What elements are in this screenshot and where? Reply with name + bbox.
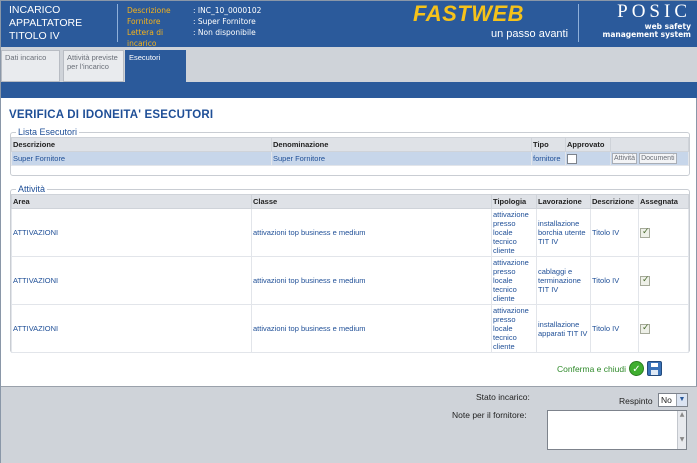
cell-tipologia: attivazione presso locale tecnico client… (491, 256, 537, 305)
table-row[interactable]: Super Fornitore Super Fornitore fornitor… (11, 151, 689, 166)
cell-lavorazione: cablaggi e terminazione TIT IV (536, 256, 591, 305)
cell-lavorazione: installazione apparati TIT IV (536, 304, 591, 353)
esecutori-legend: Lista Esecutori (18, 127, 78, 137)
cell-area: ATTIVAZIONI (11, 256, 252, 305)
attivita-table: Area Classe Tipologia Lavorazione Descri… (11, 194, 689, 353)
tab-content-band (1, 82, 697, 98)
attivita-legend: Attività (18, 184, 46, 194)
stato-select-value: No (661, 395, 672, 405)
cell-tipologia: attivazione presso locale tecnico client… (491, 208, 537, 257)
cell-area: ATTIVAZIONI (11, 304, 252, 353)
esecutori-fieldset: Lista Esecutori Descrizione Denominazion… (10, 127, 690, 176)
col-header: Denominazione (271, 137, 532, 152)
col-header: Descrizione (11, 137, 272, 152)
stato-value: Respinto (619, 396, 653, 406)
cell-descrizione: Titolo IV (590, 304, 639, 353)
brand-name: FASTWEB (413, 1, 525, 26)
col-header: Assegnata (638, 194, 689, 209)
cell-assegnata (638, 208, 689, 257)
cell-classe: attivazioni top business e medium (251, 304, 492, 353)
cell-approvato (565, 151, 611, 166)
note-label: Note per il fornitore: (452, 410, 527, 420)
assegnata-checkbox[interactable] (640, 226, 650, 238)
incarico-title: INCARICO APPALTATORE TITOLO IV (9, 4, 114, 43)
cell-assegnata (638, 304, 689, 353)
stato-label: Stato incarico: (476, 392, 530, 402)
info-label-lettera: Lettera di incarico (127, 28, 164, 48)
textarea-scrollbar[interactable]: ▲ ▼ (677, 411, 686, 449)
cell-assegnata (638, 256, 689, 305)
incarico-info: Descrizione : INC_10_0000102 Fornitore : S… (127, 5, 261, 49)
tab-dati-incarico[interactable]: Dati incarico (1, 50, 60, 82)
esecutori-table: Descrizione Denominazione Tipo Approvato… (11, 137, 689, 166)
check-circle-icon[interactable]: ✓ (628, 361, 644, 376)
approvato-checkbox[interactable] (567, 153, 577, 164)
table-row[interactable]: ATTIVAZIONI attivazioni top business e m… (11, 256, 689, 305)
brand-tagline: un passo avanti (491, 28, 569, 40)
assegnata-checkbox[interactable] (640, 322, 650, 334)
product-name: POSIC (617, 1, 691, 22)
confirm-close-button[interactable]: Conferma e chiudi (557, 364, 626, 374)
col-header: Classe (251, 194, 492, 209)
attivita-button[interactable]: Attività (612, 153, 638, 164)
info-value-lettera: : Non disponibile (193, 28, 256, 37)
header-divider (117, 4, 118, 42)
info-label-fornitore: Fornitore (127, 17, 161, 26)
col-header: Area (11, 194, 252, 209)
cell-classe: attivazioni top business e medium (251, 208, 492, 257)
documenti-button[interactable]: Documenti (639, 153, 677, 164)
attivita-fieldset: Attività Area Classe Tipologia Lavorazio… (10, 184, 690, 353)
info-value-descrizione: : INC_10_0000102 (193, 6, 262, 15)
table-row[interactable]: ATTIVAZIONI attivazioni top business e m… (11, 304, 689, 353)
tab-label: Attività previste per l'incarico (67, 53, 118, 71)
tab-attivita-previste[interactable]: Attività previste per l'incarico (63, 50, 124, 82)
cell-denominazione[interactable]: Super Fornitore (271, 151, 532, 166)
col-header: Lavorazione (536, 194, 591, 209)
product-subtitle-line: management system (602, 30, 691, 39)
col-header: Descrizione (590, 194, 639, 209)
tab-bar: Dati incarico Attività previste per l'in… (1, 47, 697, 82)
header: INCARICO APPALTATORE TITOLO IV Descrizio… (1, 1, 697, 49)
cell-tipo: fornitore (531, 151, 566, 166)
col-header: Tipo (531, 137, 566, 152)
cell-tipologia: attivazione presso locale tecnico client… (491, 304, 537, 353)
cell-descrizione: Titolo IV (590, 208, 639, 257)
header-divider (578, 4, 579, 42)
cell-classe: attivazioni top business e medium (251, 256, 492, 305)
title-line: TITOLO IV (9, 30, 60, 42)
table-row[interactable]: ATTIVAZIONI attivazioni top business e m… (11, 208, 689, 257)
stato-select[interactable]: No ▼ (658, 393, 688, 407)
info-value-fornitore: : Super Fornitore (193, 17, 256, 26)
col-header: Approvato (565, 137, 611, 152)
app-window: INCARICO APPALTATORE TITOLO IV Descrizio… (0, 0, 697, 463)
cell-actions: Attività Documenti (610, 151, 689, 166)
cell-descrizione[interactable]: Super Fornitore (11, 151, 272, 166)
cell-area: ATTIVAZIONI (11, 208, 252, 257)
col-header: Tipologia (491, 194, 537, 209)
fastweb-logo: FASTWEB un passo avanti (413, 1, 578, 47)
cell-lavorazione: installazione borchia utente TIT IV (536, 208, 591, 257)
tab-label: Esecutori (129, 53, 161, 62)
posic-logo: POSIC web safety management system (586, 1, 691, 47)
col-header (610, 137, 689, 152)
note-textarea[interactable]: ▲ ▼ (547, 410, 687, 450)
assegnata-checkbox[interactable] (640, 274, 650, 286)
confirm-bar: Conferma e chiudi ✓ (557, 361, 662, 376)
info-label-descrizione: Descrizione (127, 6, 171, 15)
tab-label: Dati incarico (5, 53, 47, 62)
tab-esecutori[interactable]: Esecutori (125, 50, 186, 82)
title-line: INCARICO (9, 4, 61, 16)
title-line: APPALTATORE (9, 17, 83, 29)
cell-descrizione: Titolo IV (590, 256, 639, 305)
chevron-down-icon: ▼ (676, 394, 687, 406)
save-icon[interactable] (646, 361, 662, 376)
page-title: VERIFICA DI IDONEITA' ESECUTORI (9, 109, 214, 121)
